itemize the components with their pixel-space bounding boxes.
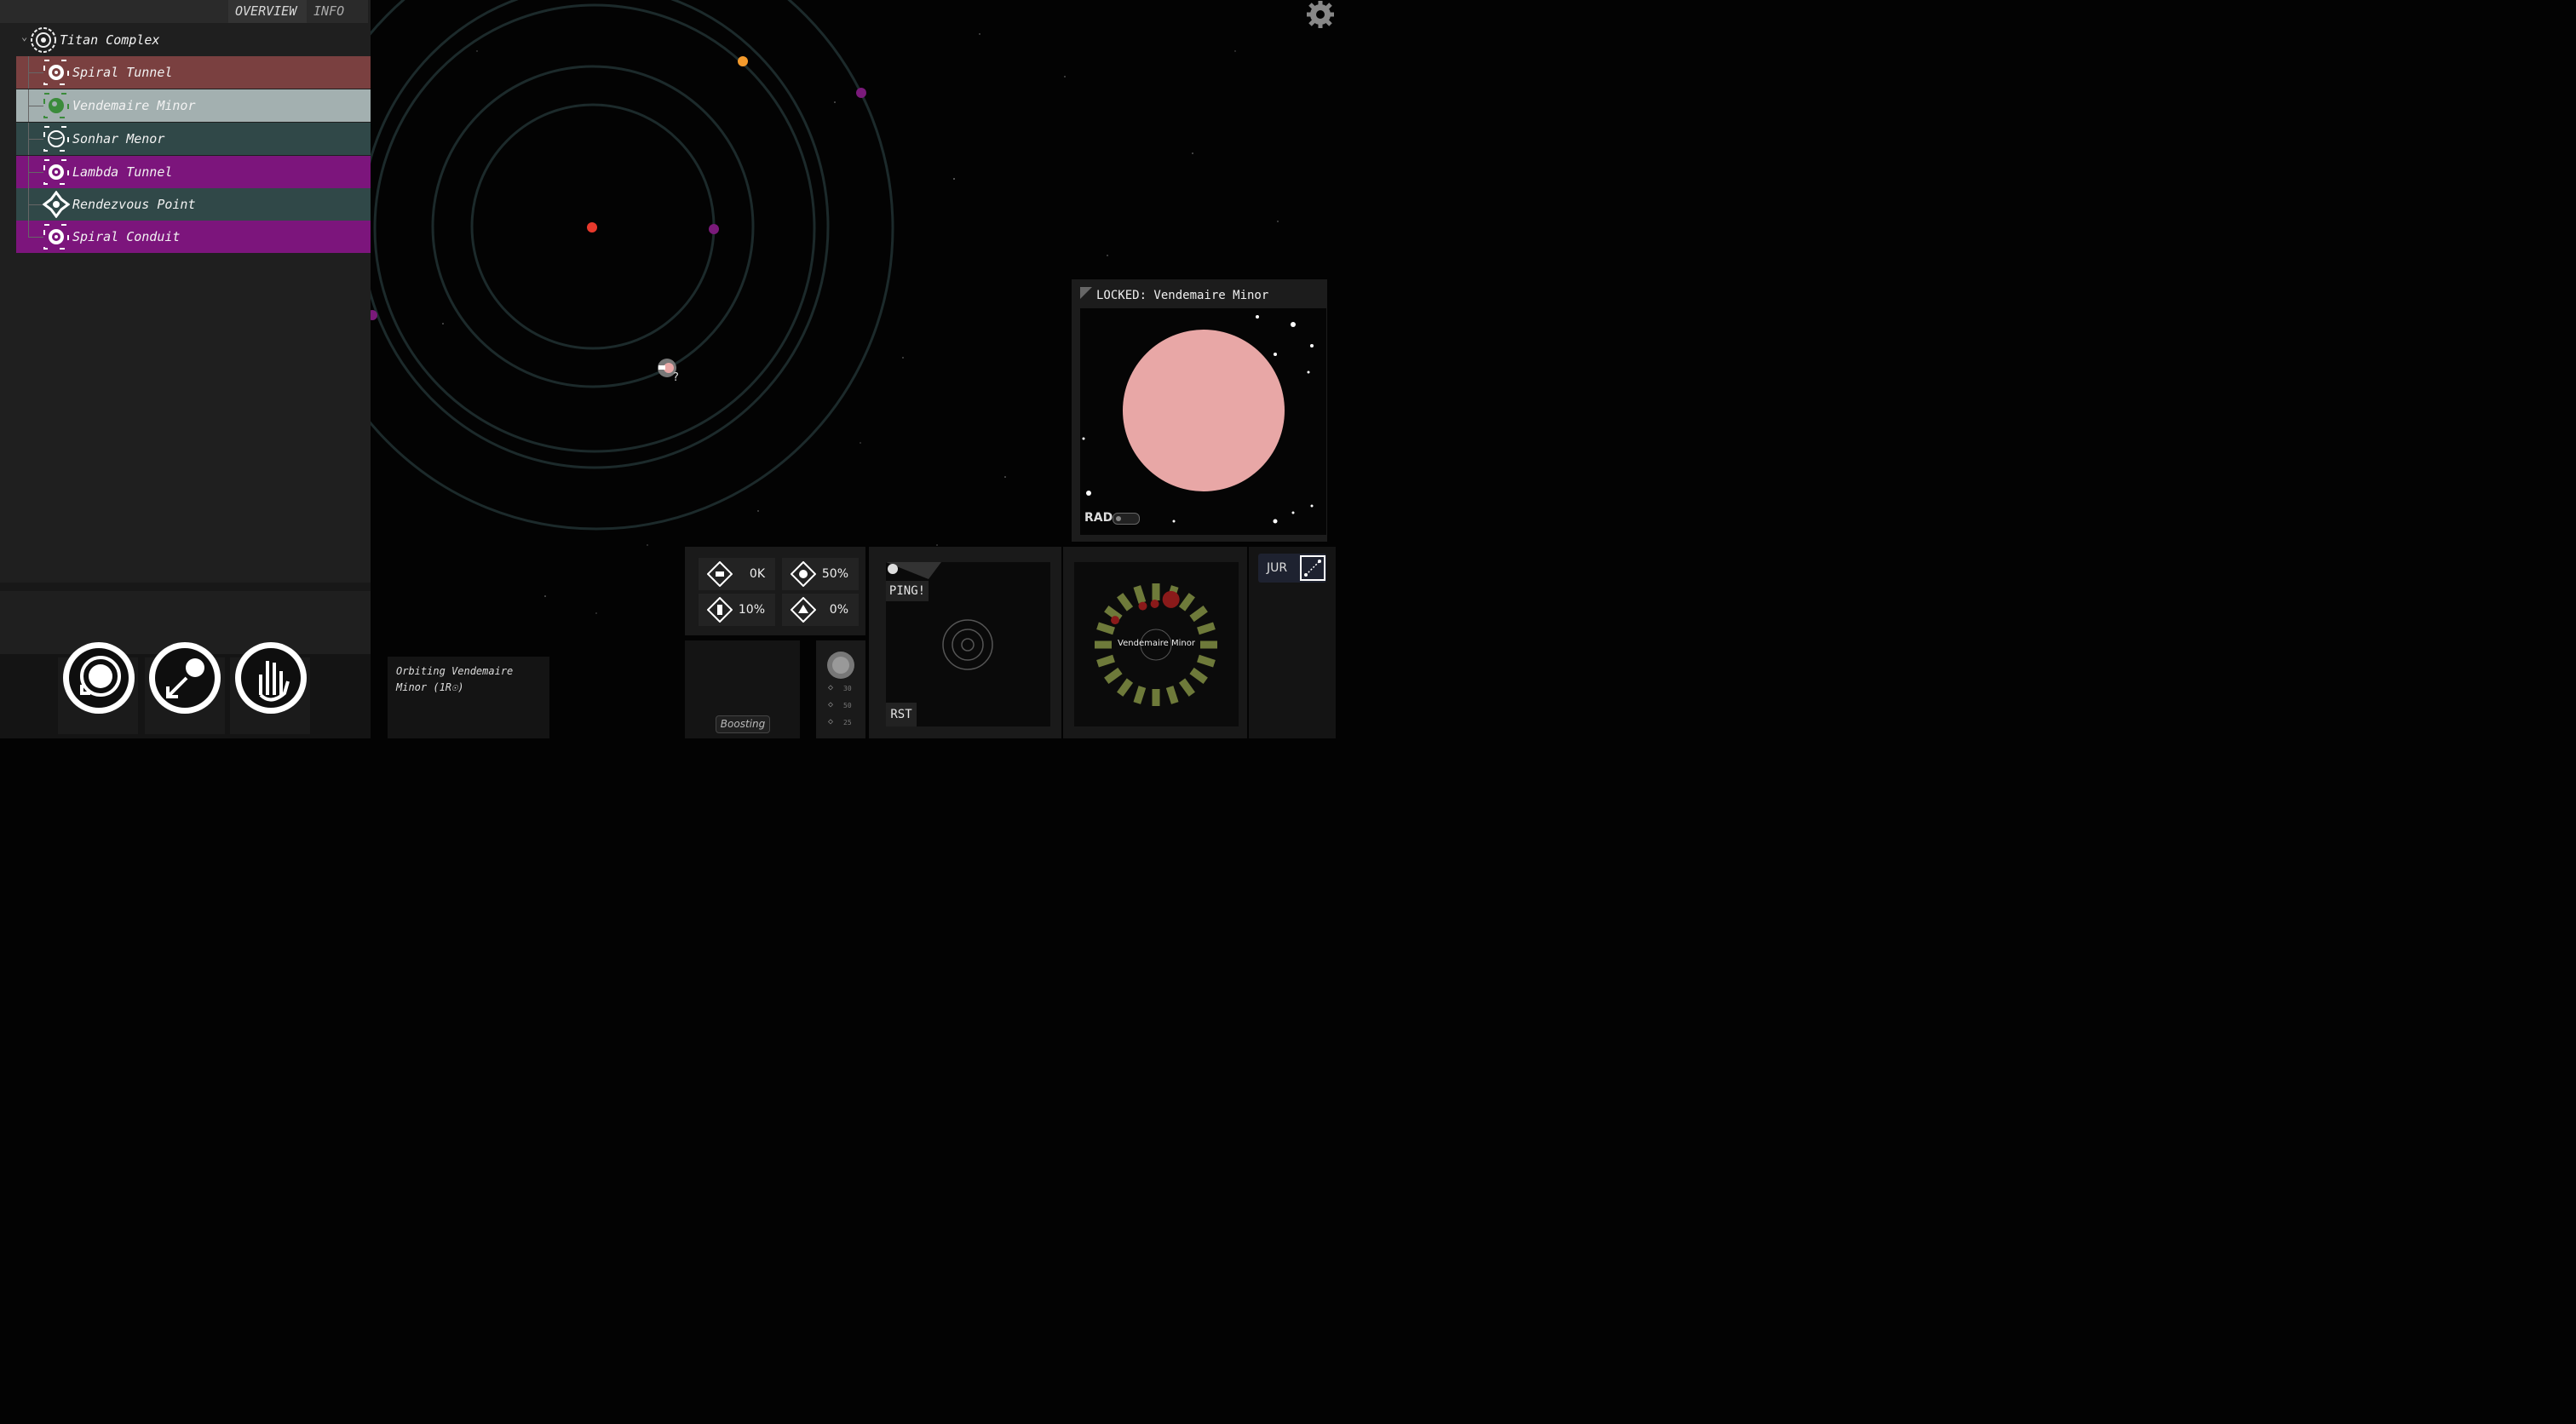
travel-arrow-icon: [166, 658, 204, 698]
jur-label: JUR: [1267, 561, 1288, 575]
hand-icon: [259, 661, 290, 702]
radar-segment: [1117, 678, 1134, 697]
diamond-icon: ◇: [828, 700, 834, 709]
locked-title-bar: LOCKED: Vendemaire Minor: [1080, 287, 1327, 307]
radar-segment: [1189, 667, 1208, 684]
chevron-down-icon[interactable]: ⌄: [21, 31, 27, 43]
boost-levels: 30 50 25 ◇ ◇ ◇: [816, 640, 865, 738]
planet-sphere: [1123, 330, 1285, 491]
hazard-icon: [791, 597, 816, 623]
radar-segment: [1104, 667, 1123, 684]
panel-divider: [0, 583, 371, 591]
tree-item-label: Lambda Tunnel: [72, 164, 173, 180]
boost-level-1: 30: [843, 685, 852, 692]
radar-contact: [1150, 600, 1159, 609]
locked-title: LOCKED: Vendemaire Minor: [1096, 289, 1269, 302]
boost-level-2: 50: [843, 702, 852, 709]
radar-segment: [1178, 678, 1195, 697]
tree-item-spiral-conduit[interactable]: Spiral Conduit: [16, 221, 371, 253]
rad-label: RAD: [1084, 511, 1113, 525]
gravity-icon: [791, 561, 816, 587]
tree-item-label: Spiral Conduit: [72, 229, 181, 244]
tree-root-titan-complex[interactable]: ⌄ Titan Complex: [17, 26, 371, 55]
tree-item-label: Vendemaire Minor: [72, 98, 196, 113]
tree-root-label: Titan Complex: [60, 32, 160, 48]
stat-gravity: 50%: [782, 558, 859, 590]
radar-target-label: Vendemaire Minor: [1118, 639, 1195, 648]
stat-atmosphere: 10%: [699, 594, 775, 626]
tab-overview[interactable]: OVERVIEW: [228, 0, 319, 23]
radar-segment: [1133, 686, 1147, 704]
temperature-icon: [707, 561, 733, 587]
tree-item-label: Rendezvous Point: [72, 197, 196, 212]
diamond-icon: ◇: [828, 717, 834, 726]
stat-temperature: 0K: [699, 558, 775, 590]
boost-level-3: 25: [843, 719, 852, 726]
radar-segment: [1133, 585, 1147, 604]
travel-action-button[interactable]: [149, 642, 221, 714]
orbit-status-line2: Minor (1R☉): [396, 681, 464, 693]
orbit-icon: [80, 656, 121, 697]
radar-segment: [1189, 606, 1208, 623]
orbit-action-button[interactable]: [63, 642, 135, 714]
radar-contact: [1111, 616, 1120, 625]
radar-segment: [1096, 622, 1115, 635]
stat-value: 10%: [738, 603, 765, 617]
stat-hazard: 0%: [782, 594, 859, 626]
radar-segment: [1117, 593, 1134, 612]
radar-segment: [1165, 686, 1179, 704]
corner-marker-icon: [1080, 287, 1092, 299]
tree-item-label: Sonhar Menor: [72, 131, 165, 146]
boost-core-icon: [827, 652, 854, 679]
stat-value: 0%: [829, 603, 848, 617]
orbit-rings: [298, 0, 894, 531]
planet-icon: [43, 126, 69, 152]
orbit-status-line1: Orbiting Vendemaire: [396, 665, 514, 677]
central-star: [587, 222, 597, 233]
interact-action-button[interactable]: [235, 642, 307, 714]
planet-marker-purple: [709, 224, 719, 234]
radar-view: Vendemaire Minor: [1074, 562, 1239, 726]
stat-value: 50%: [821, 567, 848, 581]
radar-segment: [1178, 593, 1195, 612]
conduit-icon: [43, 224, 69, 250]
boosting-indicator[interactable]: Boosting: [716, 715, 770, 733]
radar-contact: [1138, 601, 1147, 611]
radar-segment: [1197, 654, 1216, 668]
tunnel-icon: [43, 159, 69, 185]
green-planet-icon: [43, 93, 69, 118]
spiral-tunnel-icon: [43, 60, 69, 85]
diamond-icon: ◇: [828, 683, 834, 692]
reset-button[interactable]: RST: [886, 703, 917, 726]
locked-planet-view: RAD: [1080, 308, 1326, 535]
tree-item-spiral-tunnel[interactable]: Spiral Tunnel: [16, 56, 371, 89]
atmosphere-icon: [707, 597, 733, 623]
tree-item-lambda-tunnel[interactable]: Lambda Tunnel: [16, 156, 371, 188]
settings-gear-icon[interactable]: [1303, 0, 1336, 31]
tab-info[interactable]: INFO: [307, 0, 368, 23]
svg-text:?: ?: [673, 371, 679, 384]
map-grid-icon: [1300, 555, 1325, 581]
tree-item-label: Spiral Tunnel: [72, 65, 173, 80]
radar-contact: [1162, 590, 1180, 608]
galaxy-icon: [31, 27, 56, 53]
radar-segment: [1197, 622, 1216, 635]
orbit-status-box: Orbiting Vendemaire Minor (1R☉): [388, 657, 549, 738]
planet-marker-purple-2: [856, 88, 866, 98]
panel-header-strip: [0, 0, 228, 23]
planet-render: [1082, 315, 1314, 524]
radar-segment: [1096, 654, 1115, 668]
tree-item-sonhar-menor[interactable]: Sonhar Menor: [16, 123, 371, 155]
ping-button[interactable]: PING!: [886, 581, 929, 601]
rad-toggle[interactable]: [1113, 513, 1140, 525]
tree-item-vendemaire-minor[interactable]: Vendemaire Minor: [16, 89, 371, 122]
tree-item-rendezvous-point[interactable]: Rendezvous Point: [16, 188, 371, 221]
planet-marker-orange: [738, 56, 748, 66]
jurisdiction-button[interactable]: JUR: [1258, 554, 1326, 583]
rendezvous-icon: [43, 191, 70, 218]
stat-value: 0K: [749, 567, 765, 581]
